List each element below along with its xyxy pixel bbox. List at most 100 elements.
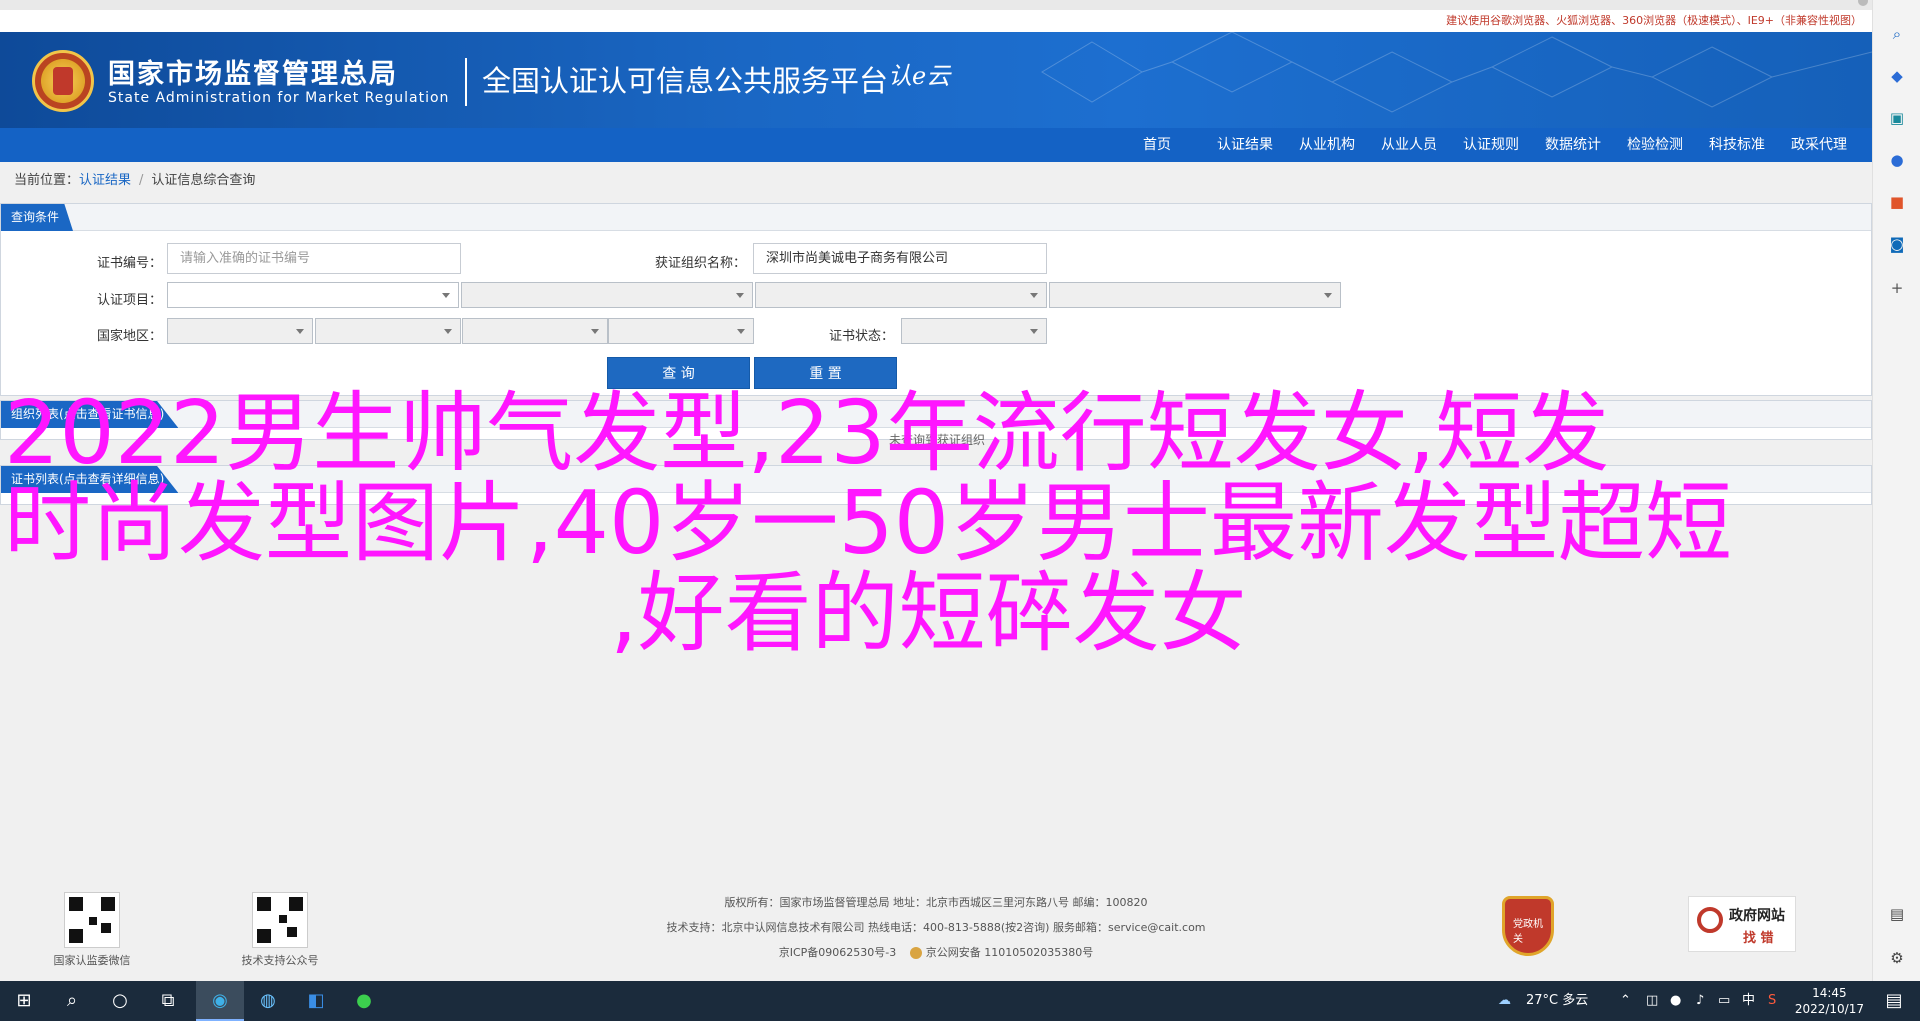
clock-date: 2022/10/17 [1794,1002,1864,1016]
status-select[interactable] [901,318,1047,344]
renz-logo: 认e云 [888,62,951,90]
party-badge-icon[interactable]: 党政机关 [1502,896,1554,956]
gov-error-badge[interactable]: 政府网站 找 错 [1688,896,1796,952]
main-nav: 首页 认证结果 从业机构 从业人员 认证规则 数据统计 检验检测 科技标准 政采代理 [0,128,1872,162]
org-list-title: 组织列表(点击查看证书信息) [1,401,179,428]
nav-item[interactable]: 认证规则 [1450,128,1532,162]
taskbar-search-icon[interactable]: ⌕ [60,989,84,1013]
notification-icon[interactable]: ▤ [1882,989,1906,1013]
app-icon-blue[interactable]: ◍ [256,989,280,1013]
sidebar-toggle-icon[interactable]: ▤ [1889,906,1905,922]
nav-item[interactable]: 首页 [1130,128,1184,162]
footer-icp: 京ICP备09062530号-3 京公网安备 11010502035380号 [0,944,1872,960]
gov-badge-sub: 找 错 [1743,931,1774,946]
app-icon-bookmark[interactable]: ◧ [304,989,328,1013]
breadcrumb: 当前位置：认证结果 / 认证信息综合查询 [0,162,1872,200]
nav-item[interactable]: 从业机构 [1286,128,1368,162]
browser-notice: 建议使用谷歌浏览器、火狐浏览器、360浏览器（极速模式）、IE9+（非兼容性视图… [0,10,1872,32]
national-emblem-icon [32,50,94,112]
cortana-icon[interactable]: ○ [108,989,132,1013]
nav-item[interactable]: 政采代理 [1778,128,1860,162]
region-select-4[interactable] [608,318,754,344]
network-decoration [1041,32,1872,113]
org-name-cn: 国家市场监督管理总局 [108,59,398,90]
site-footer: 国家认监委微信 技术支持公众号 版权所有：国家市场监督管理总局 地址：北京市西城… [0,870,1872,981]
cert-list-title: 证书列表(点击查看详细信息) [1,466,179,493]
add-icon[interactable]: + [1889,280,1905,296]
cert-item-label: 认证项目： [97,293,163,308]
nav-item[interactable]: 从业人员 [1368,128,1450,162]
nav-item[interactable]: 认证结果 [1204,128,1286,162]
site-header: 国家市场监督管理总局 State Administration for Mark… [0,32,1872,128]
cert-no-input[interactable]: 请输入准确的证书编号 [167,243,461,274]
clock-time: 14:45 [1812,986,1847,1000]
query-panel: 查询条件 证书编号： 请输入准确的证书编号 获证组织名称： 深圳市尚美诚电子商务… [0,203,1872,396]
cert-item-select-2[interactable] [461,282,753,308]
breadcrumb-link-results[interactable]: 认证结果 [79,173,131,188]
tray-wechat-icon[interactable]: ● [1670,981,1681,1021]
wechat-icon[interactable]: ● [352,989,376,1013]
cert-item-select-3[interactable] [755,282,1047,308]
tray-app-icon[interactable]: ◫ [1646,981,1658,1021]
weather-icon[interactable]: ☁ [1498,981,1511,1021]
windows-start-icon[interactable]: ⊞ [12,989,36,1013]
magnifier-icon [1697,907,1723,933]
volume-icon[interactable]: ♪ [1696,981,1704,1021]
breadcrumb-label: 当前位置： [14,173,80,188]
breadcrumb-current: 认证信息综合查询 [151,173,256,188]
office-icon[interactable]: ■ [1889,194,1905,210]
people-icon[interactable]: ● [1889,152,1905,168]
ime-indicator[interactable]: 中 [1742,981,1755,1021]
footer-support: 技术支持：北京中认网信息技术有限公司 热线电话：400-813-5888(按2咨… [666,921,1206,934]
org-list-panel: 组织列表(点击查看证书信息) 未查询到获证组织 [0,400,1872,447]
reset-button[interactable]: 重 置 [754,357,897,389]
org-name-en: State Administration for Market Regulati… [108,90,450,106]
region-select-1[interactable] [167,318,313,344]
browser-window: 建议使用谷歌浏览器、火狐浏览器、360浏览器（极速模式）、IE9+（非兼容性视图… [0,0,1920,1021]
org-list-empty: 未查询到获证组织 [888,433,985,447]
region-label: 国家地区： [97,329,163,344]
nav-item[interactable]: 数据统计 [1532,128,1614,162]
query-panel-header: 查询条件 [1,204,1871,231]
search-button[interactable]: 查 询 [607,357,750,389]
web-page: 建议使用谷歌浏览器、火狐浏览器、360浏览器（极速模式）、IE9+（非兼容性视图… [0,0,1872,981]
cert-list-panel: 证书列表(点击查看详细信息) [0,465,1872,505]
tab-strip [0,0,1872,10]
query-panel-title: 查询条件 [1,204,74,231]
task-view-icon[interactable]: ⧉ [156,989,180,1013]
sogou-ime-icon[interactable]: S [1768,981,1776,1021]
network-icon[interactable]: ▭ [1718,981,1730,1021]
org-name-label: 获证组织名称： [655,256,747,271]
region-select-2[interactable] [315,318,461,344]
footer-copyright: 版权所有：国家市场监督管理总局 地址：北京市西城区三里河东路八号 邮编：1008… [724,896,1148,909]
party-badge-label: 党政机关 [1513,919,1543,945]
windows-taskbar: ⊞ ⌕ ○ ⧉ ◉ ◍ ◧ ● ☁ 27°C 多云 ⌃ ◫ ● ♪ ▭ 中 S … [0,981,1920,1021]
org-name-input[interactable]: 深圳市尚美诚电子商务有限公司 [753,243,1047,274]
nav-item[interactable]: 检验检测 [1614,128,1696,162]
footer-icp-number[interactable]: 京ICP备09062530号-3 [779,946,897,959]
tag-icon[interactable]: ◆ [1889,68,1905,84]
taskbar-clock[interactable]: 14:45 2022/10/17 [1795,985,1864,1017]
scroll-indicator [1858,0,1868,6]
header-divider [465,58,467,106]
nav-item[interactable]: 科技标准 [1696,128,1778,162]
tray-chevron-icon[interactable]: ⌃ [1620,981,1631,1021]
outlook-icon[interactable]: ◙ [1889,236,1905,252]
cert-item-select-4[interactable] [1049,282,1341,308]
police-badge-icon [910,947,923,959]
toolbox-icon[interactable]: ▣ [1889,110,1905,126]
overlay-line-3: ,好看的短碎发女 [610,562,1247,664]
settings-gear-icon[interactable]: ⚙ [1889,950,1905,966]
weather-text[interactable]: 27°C 多云 [1526,981,1588,1021]
cert-item-select-1[interactable] [167,282,459,308]
edge-browser-icon[interactable]: ◉ [208,989,232,1013]
cert-no-label: 证书编号： [97,256,163,271]
cert-list-header: 证书列表(点击查看详细信息) [1,466,1871,493]
browser-sidebar: ⌕ ◆ ▣ ● ■ ◙ + ▤ ⚙ [1872,0,1920,981]
footer-police-number[interactable]: 京公网安备 11010502035380号 [926,946,1093,959]
gov-badge-title: 政府网站 [1729,908,1785,924]
breadcrumb-separator: / [139,173,144,188]
region-select-3[interactable] [462,318,608,344]
platform-title: 全国认证认可信息公共服务平台 [482,64,889,98]
search-icon[interactable]: ⌕ [1889,26,1905,42]
